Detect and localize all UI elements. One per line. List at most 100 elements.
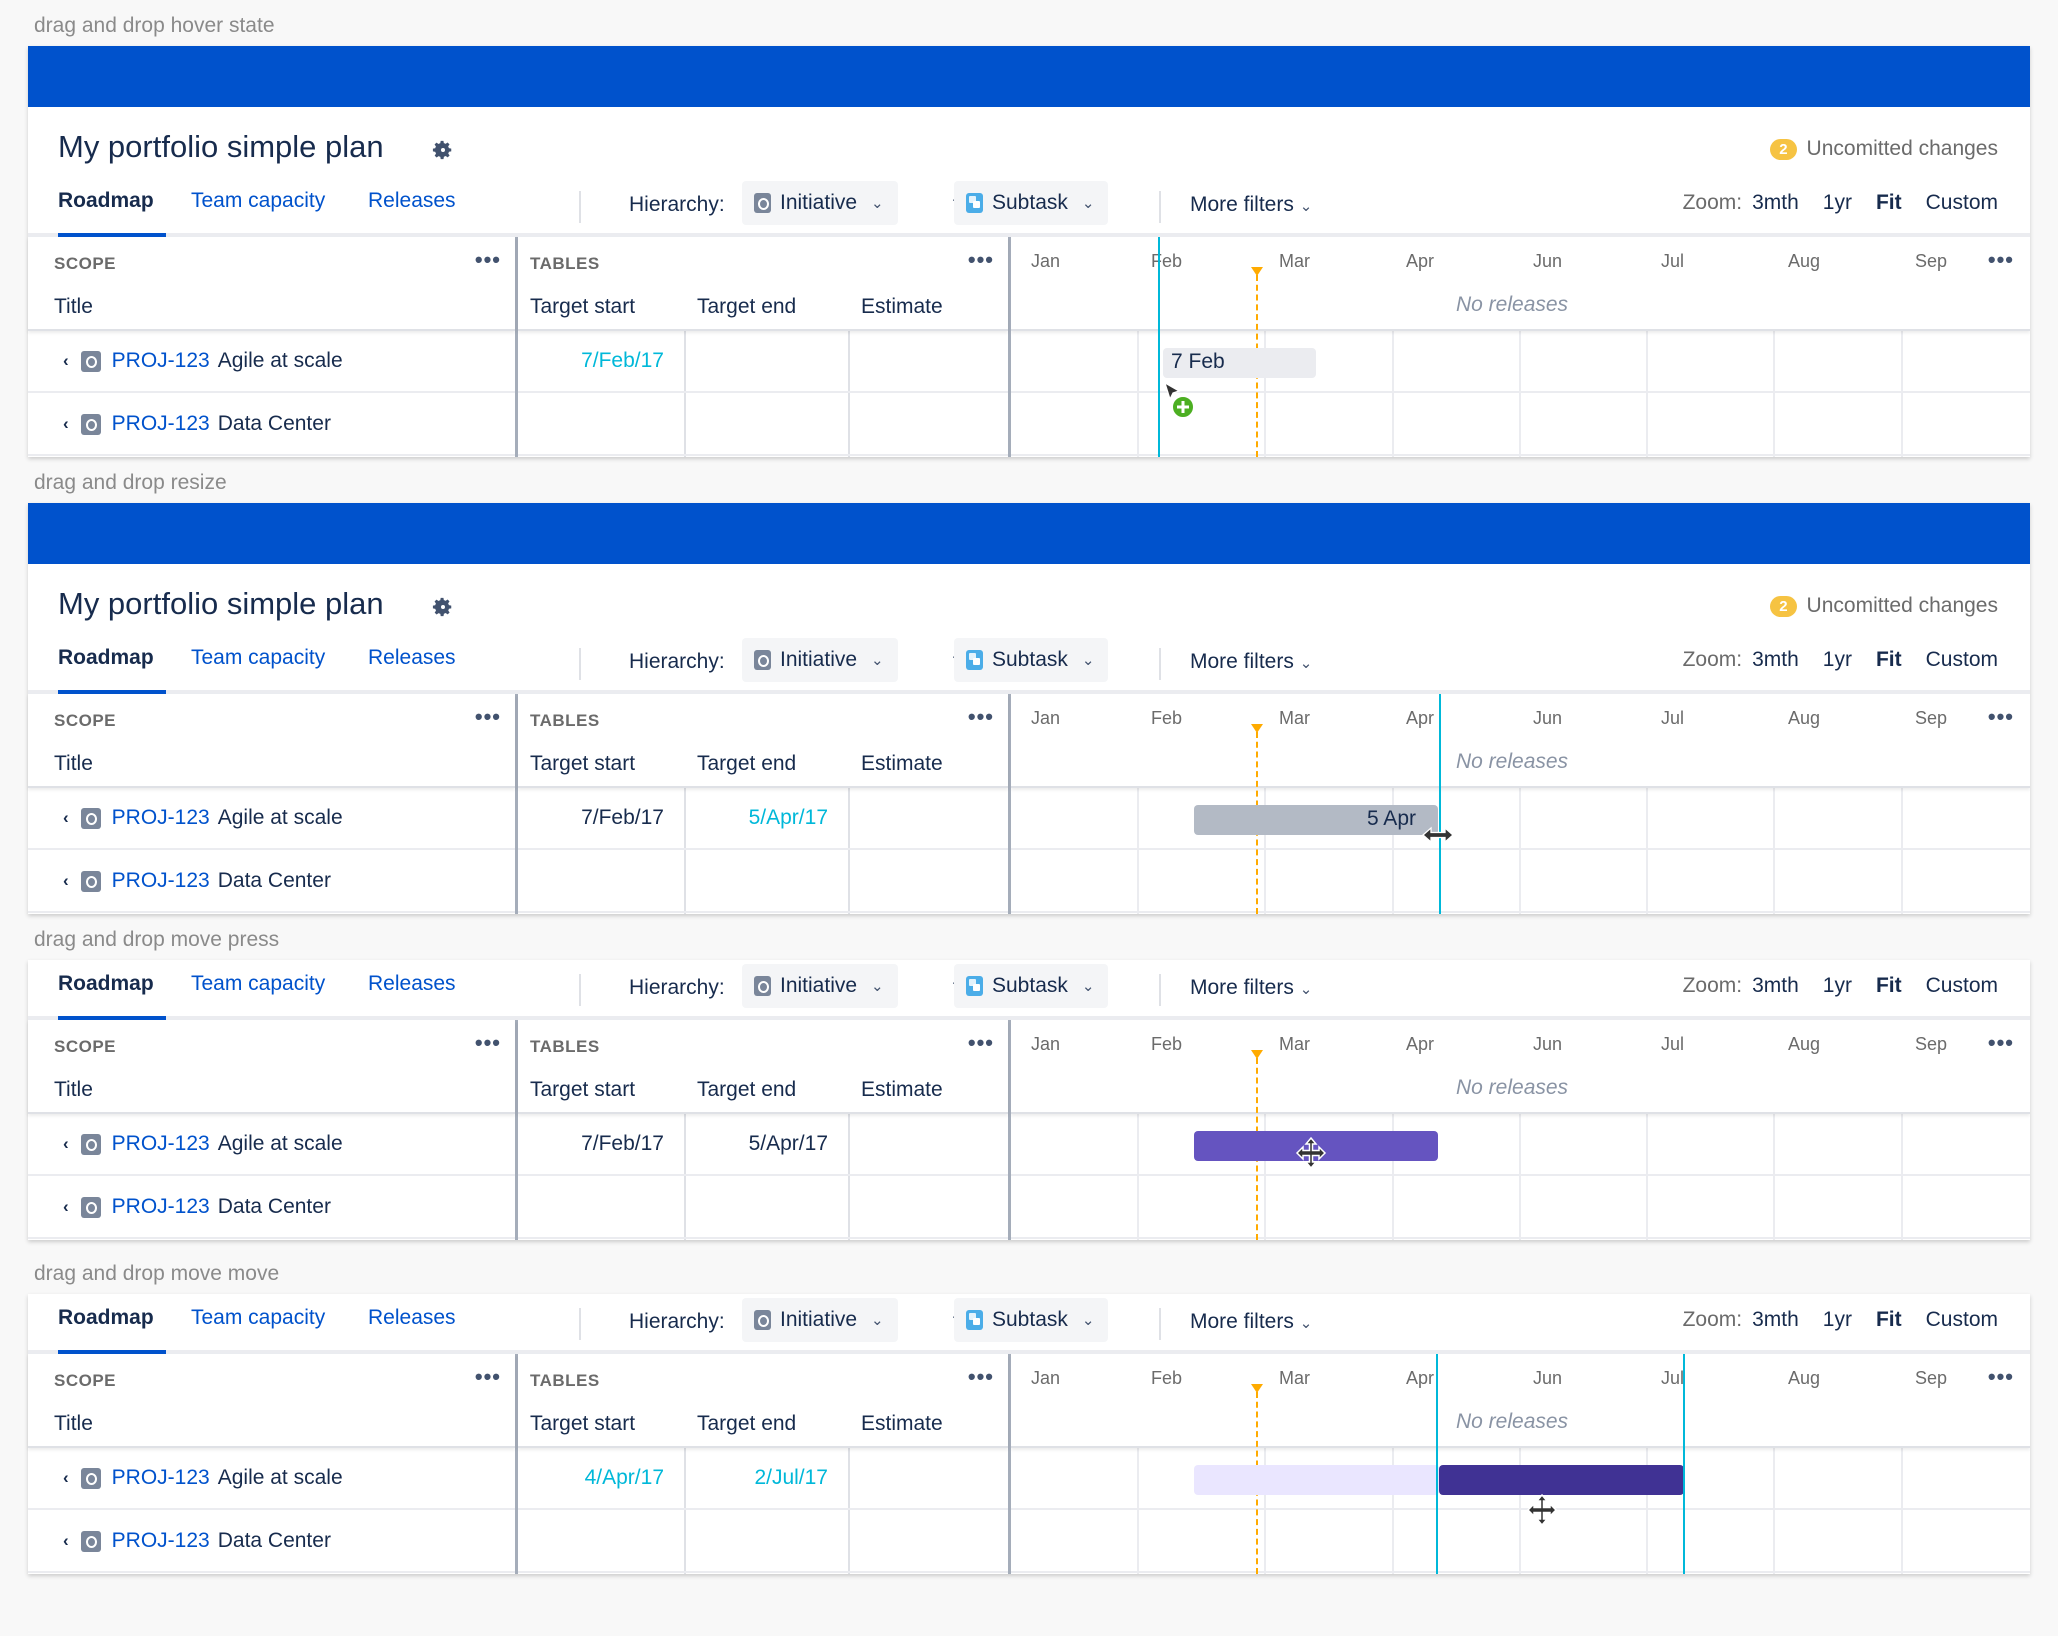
ghost-bar[interactable] (1194, 1465, 1439, 1495)
issue-key-link[interactable]: PROJ-123 (112, 869, 210, 893)
collapse-chevron-icon[interactable]: ‹ (63, 1197, 69, 1217)
collapse-chevron-icon[interactable]: ‹ (63, 1531, 69, 1551)
collapse-chevron-icon[interactable]: ‹ (63, 871, 69, 891)
hierarchy-from-dropdown[interactable]: Initiative ⌄ (742, 638, 898, 682)
zoom-controls: Zoom: 3mth 1yr Fit Custom (1683, 974, 1998, 998)
target-end-header: Target end (697, 295, 797, 318)
tab-releases[interactable]: Releases (368, 1306, 456, 1330)
zoom-fit[interactable]: Fit (1876, 974, 1902, 998)
target-end-cell[interactable]: 2/Jul/17 (754, 1466, 828, 1490)
zoom-1yr[interactable]: 1yr (1823, 648, 1852, 672)
issue-key-link[interactable]: PROJ-123 (112, 1529, 210, 1553)
initiative-icon (80, 350, 101, 372)
hierarchy-to-dropdown[interactable]: Subtask ⌄ (954, 1298, 1109, 1342)
hierarchy-from-dropdown[interactable]: Initiative ⌄ (742, 964, 898, 1008)
table-row[interactable]: ‹ PROJ-123 Agile at scale (28, 331, 515, 393)
hierarchy-to-dropdown[interactable]: Subtask ⌄ (954, 638, 1109, 682)
more-icon[interactable]: ••• (475, 1030, 501, 1056)
more-icon[interactable]: ••• (968, 704, 994, 730)
dragging-bar[interactable] (1439, 1465, 1684, 1495)
zoom-custom[interactable]: Custom (1926, 974, 1998, 998)
more-filters-button[interactable]: More filters ⌄ (1190, 650, 1312, 674)
table-row[interactable]: ‹ PROJ-123 Data Center (28, 394, 515, 456)
zoom-3mth[interactable]: 3mth (1752, 191, 1799, 215)
resize-bar[interactable]: 5 Apr (1194, 805, 1438, 835)
collapse-chevron-icon[interactable]: ‹ (63, 808, 69, 828)
target-start-cell[interactable]: 7/Feb/17 (581, 806, 664, 830)
tab-releases[interactable]: Releases (368, 189, 456, 213)
tab-team-capacity[interactable]: Team capacity (191, 972, 325, 996)
tab-team-capacity[interactable]: Team capacity (191, 646, 325, 670)
gear-icon[interactable] (432, 139, 454, 161)
target-end-cell[interactable]: 5/Apr/17 (749, 1132, 828, 1156)
issue-key-link[interactable]: PROJ-123 (112, 412, 210, 436)
tab-roadmap[interactable]: Roadmap (58, 189, 154, 213)
more-icon[interactable]: ••• (1988, 247, 2014, 273)
zoom-1yr[interactable]: 1yr (1823, 191, 1852, 215)
target-end-header: Target end (697, 1078, 797, 1101)
gear-icon[interactable] (432, 596, 454, 618)
zoom-3mth[interactable]: 3mth (1752, 1308, 1799, 1332)
table-row[interactable]: ‹ PROJ-123 Agile at scale (28, 1114, 515, 1176)
zoom-1yr[interactable]: 1yr (1823, 974, 1852, 998)
table-row[interactable]: ‹ PROJ-123 Agile at scale (28, 1448, 515, 1510)
issue-key-link[interactable]: PROJ-123 (112, 806, 210, 830)
uncommitted-changes[interactable]: 2 Uncomitted changes (1770, 137, 1998, 161)
issue-key-link[interactable]: PROJ-123 (112, 1466, 210, 1490)
more-filters-button[interactable]: More filters ⌄ (1190, 193, 1312, 217)
table-row[interactable]: ‹ PROJ-123 Data Center (28, 851, 515, 913)
collapse-chevron-icon[interactable]: ‹ (63, 1134, 69, 1154)
table-row[interactable]: ‹ PROJ-123 Agile at scale (28, 788, 515, 850)
more-icon[interactable]: ••• (1988, 704, 2014, 730)
collapse-chevron-icon[interactable]: ‹ (63, 1468, 69, 1488)
zoom-fit[interactable]: Fit (1876, 191, 1902, 215)
tab-releases[interactable]: Releases (368, 972, 456, 996)
more-icon[interactable]: ••• (475, 704, 501, 730)
collapse-chevron-icon[interactable]: ‹ (63, 351, 69, 371)
scope-label: SCOPE (54, 1371, 117, 1390)
more-filters-label: More filters (1190, 650, 1294, 673)
zoom-custom[interactable]: Custom (1926, 1308, 1998, 1332)
more-icon[interactable]: ••• (968, 1364, 994, 1390)
zoom-3mth[interactable]: 3mth (1752, 974, 1799, 998)
hierarchy-to-dropdown[interactable]: Subtask ⌄ (954, 181, 1109, 225)
tab-team-capacity[interactable]: Team capacity (191, 189, 325, 213)
tab-roadmap[interactable]: Roadmap (58, 1306, 154, 1330)
hierarchy-from-dropdown[interactable]: Initiative ⌄ (742, 1298, 898, 1342)
more-icon[interactable]: ••• (475, 247, 501, 273)
tab-releases[interactable]: Releases (368, 646, 456, 670)
target-start-cell[interactable]: 4/Apr/17 (585, 1466, 664, 1490)
more-filters-button[interactable]: More filters ⌄ (1190, 1310, 1312, 1334)
more-icon[interactable]: ••• (475, 1364, 501, 1390)
zoom-fit[interactable]: Fit (1876, 1308, 1902, 1332)
issue-key-link[interactable]: PROJ-123 (112, 1195, 210, 1219)
zoom-3mth[interactable]: 3mth (1752, 648, 1799, 672)
target-end-cell[interactable]: 5/Apr/17 (749, 806, 828, 830)
zoom-fit[interactable]: Fit (1876, 648, 1902, 672)
tab-team-capacity[interactable]: Team capacity (191, 1306, 325, 1330)
target-start-header: Target start (530, 1078, 636, 1101)
issue-key-link[interactable]: PROJ-123 (112, 349, 210, 373)
zoom-1yr[interactable]: 1yr (1823, 1308, 1852, 1332)
hierarchy-to-dropdown[interactable]: Subtask ⌄ (954, 964, 1109, 1008)
collapse-chevron-icon[interactable]: ‹ (63, 414, 69, 434)
target-start-cell[interactable]: 7/Feb/17 (581, 349, 664, 373)
drag-preview-bar[interactable]: 7 Feb (1163, 348, 1316, 378)
tab-roadmap[interactable]: Roadmap (58, 972, 154, 996)
uncommitted-changes[interactable]: 2 Uncomitted changes (1770, 594, 1998, 618)
zoom-custom[interactable]: Custom (1926, 648, 1998, 672)
target-start-cell[interactable]: 7/Feb/17 (581, 1132, 664, 1156)
more-icon[interactable]: ••• (968, 247, 994, 273)
more-icon[interactable]: ••• (1988, 1364, 2014, 1390)
initiative-icon (80, 1133, 101, 1155)
more-icon[interactable]: ••• (1988, 1030, 2014, 1056)
timeline: Jan Feb Mar Apr Jun Jul Aug Sep No releases •••… (1011, 694, 2030, 914)
more-icon[interactable]: ••• (968, 1030, 994, 1056)
issue-key-link[interactable]: PROJ-123 (112, 1132, 210, 1156)
table-row[interactable]: ‹ PROJ-123 Data Center (28, 1177, 515, 1239)
zoom-custom[interactable]: Custom (1926, 191, 1998, 215)
tab-roadmap[interactable]: Roadmap (58, 646, 154, 670)
hierarchy-from-dropdown[interactable]: Initiative ⌄ (742, 181, 898, 225)
table-row[interactable]: ‹ PROJ-123 Data Center (28, 1511, 515, 1573)
more-filters-button[interactable]: More filters ⌄ (1190, 976, 1312, 1000)
